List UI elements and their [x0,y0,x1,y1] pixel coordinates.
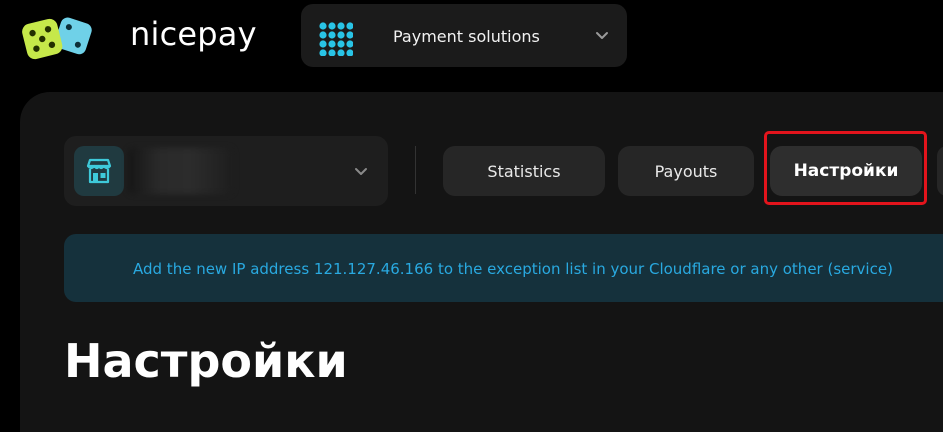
chevron-down-icon [596,32,608,39]
ip-notice-text: Add the new IP address 121.127.46.166 to… [133,260,893,278]
product-selector-label: Payment solutions [393,27,540,46]
shop-name-redacted [128,148,233,194]
tab-overflow-edge [937,146,943,196]
store-icon [86,158,112,184]
tab-payouts[interactable]: Payouts [618,146,754,196]
shop-avatar [74,146,124,196]
chevron-down-icon [355,168,367,175]
page-title: Настройки [64,334,348,388]
ip-notice-banner: Add the new IP address 121.127.46.166 to… [64,234,943,302]
shop-selector[interactable] [64,136,388,206]
tab-statistics[interactable]: Statistics [443,146,605,196]
brand-name: nicepay [130,15,257,53]
nicepay-logo[interactable] [20,12,92,60]
grid-icon [319,22,353,56]
product-selector[interactable]: Payment solutions [301,4,627,67]
divider [415,146,416,194]
tab-settings[interactable]: Настройки [770,146,922,196]
